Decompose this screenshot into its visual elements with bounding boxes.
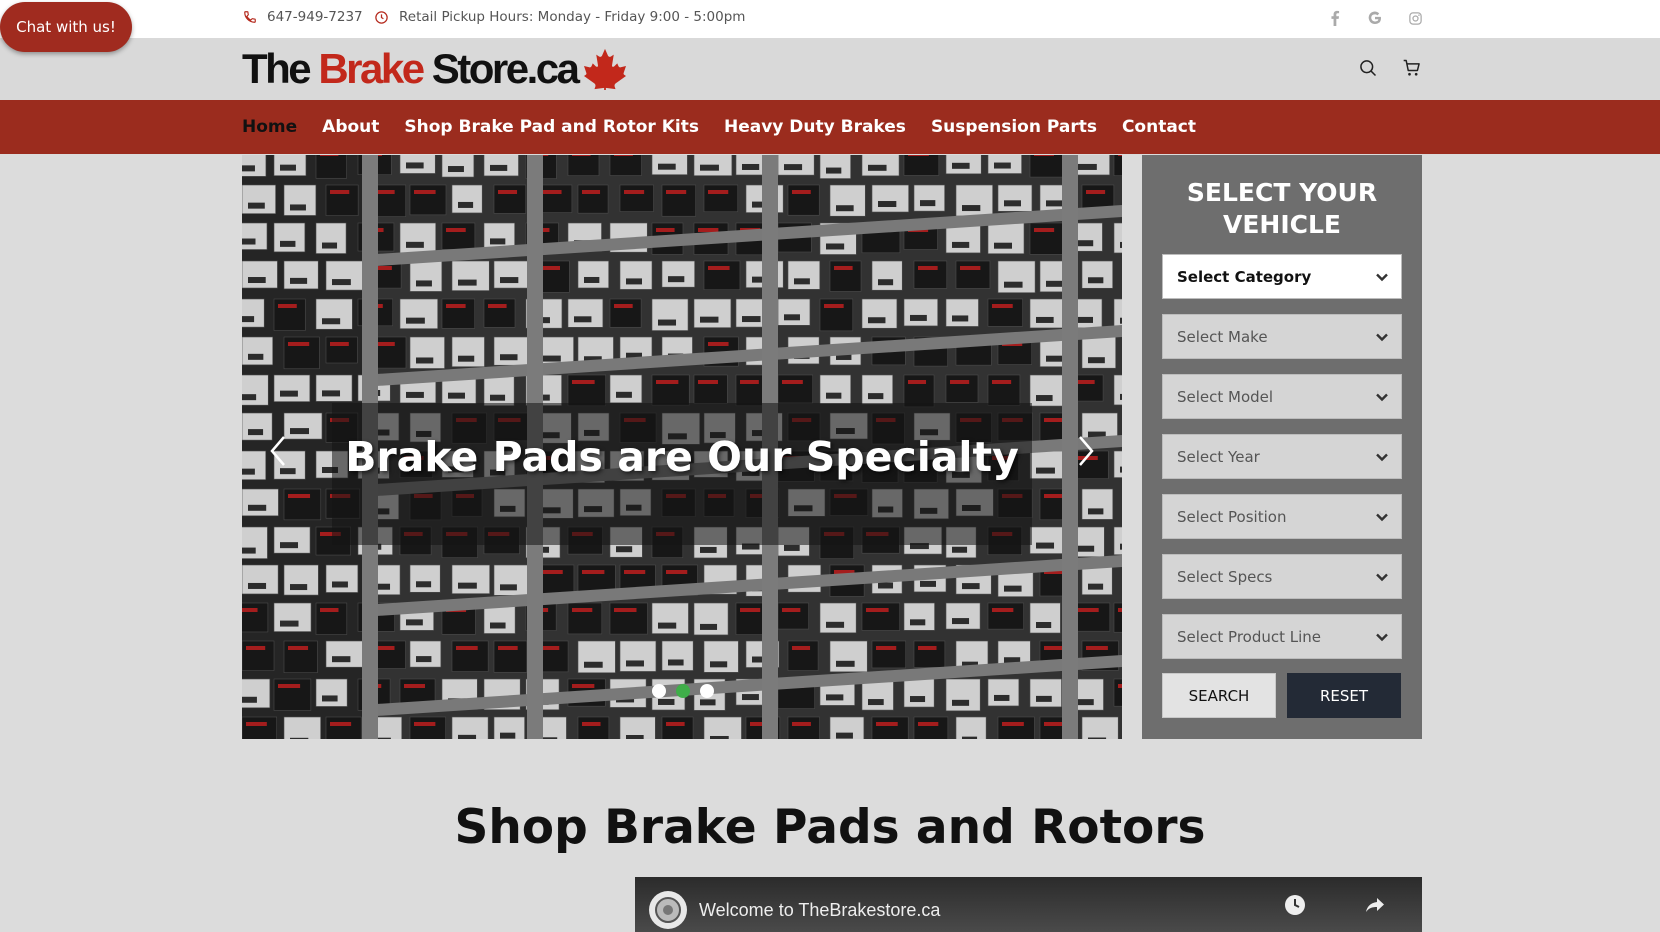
watch-later-icon[interactable]	[1283, 893, 1307, 917]
nav-item-heavy-duty[interactable]: Heavy Duty Brakes	[724, 117, 906, 137]
select-specs[interactable]: Select Specs	[1162, 554, 1402, 599]
hero-caption: Brake Pads are Our Specialty	[345, 433, 1019, 481]
search-button[interactable]: SEARCH	[1162, 673, 1276, 718]
facebook-icon[interactable]	[1326, 9, 1344, 27]
selector-title-line2: VEHICLE	[1222, 210, 1341, 239]
select-model[interactable]: Select Model	[1162, 374, 1402, 419]
video-title[interactable]: Welcome to TheBrakestore.ca	[699, 900, 940, 921]
hero-slider: Brake Pads are Our Specialty	[242, 155, 1122, 739]
select-category[interactable]: Select Category	[1162, 254, 1402, 299]
slider-next-arrow[interactable]	[1072, 431, 1100, 471]
selector-title: SELECT YOUR VEHICLE	[1142, 177, 1422, 241]
logo-text-brake: Brake	[318, 45, 425, 92]
slider-dot[interactable]	[700, 684, 714, 698]
logo-text-store: Store.ca	[422, 45, 580, 92]
chevron-down-icon	[1375, 390, 1389, 404]
select-label: Select Category	[1177, 267, 1312, 286]
site-logo[interactable]: The Brake Store.ca	[242, 45, 628, 93]
cart-icon[interactable]	[1402, 58, 1424, 80]
vehicle-selector: SELECT YOUR VEHICLE Select Category Selec…	[1142, 155, 1422, 739]
slider-prev-arrow[interactable]	[264, 431, 292, 471]
search-icon[interactable]	[1358, 58, 1380, 80]
select-label: Select Specs	[1177, 567, 1273, 586]
header-icons	[1358, 58, 1424, 80]
phone-icon	[243, 10, 257, 24]
select-year[interactable]: Select Year	[1162, 434, 1402, 479]
site-header: The Brake Store.ca	[0, 38, 1660, 100]
retail-hours: Retail Pickup Hours: Monday - Friday 9:0…	[374, 9, 745, 25]
select-label: Select Make	[1177, 327, 1268, 346]
hours-text: Retail Pickup Hours: Monday - Friday 9:0…	[399, 9, 746, 25]
nav-item-contact[interactable]: Contact	[1122, 117, 1196, 137]
slider-dots	[652, 684, 714, 698]
select-label: Select Year	[1177, 447, 1260, 466]
logo-text-the: The	[242, 45, 319, 92]
chevron-down-icon	[1375, 450, 1389, 464]
select-label: Select Model	[1177, 387, 1274, 406]
slider-dot[interactable]	[652, 684, 666, 698]
nav-item-shop-kits[interactable]: Shop Brake Pad and Rotor Kits	[404, 117, 699, 137]
select-product-line[interactable]: Select Product Line	[1162, 614, 1402, 659]
share-icon[interactable]	[1363, 893, 1387, 917]
slider-dot[interactable]	[676, 684, 690, 698]
select-label: Select Position	[1177, 507, 1287, 526]
instagram-icon[interactable]	[1406, 9, 1424, 27]
maple-leaf-icon	[582, 48, 628, 90]
chevron-down-icon	[1375, 330, 1389, 344]
selector-title-line1: SELECT YOUR	[1186, 178, 1378, 207]
chevron-down-icon	[1375, 630, 1389, 644]
chevron-down-icon	[1375, 570, 1389, 584]
select-make[interactable]: Select Make	[1162, 314, 1402, 359]
chat-button[interactable]: Chat with us!	[0, 2, 132, 52]
phone-number[interactable]: 647-949-7237	[267, 9, 363, 25]
reset-button[interactable]: RESET	[1287, 673, 1401, 718]
phone-contact[interactable]: 647-949-7237	[243, 9, 363, 25]
nav-item-about[interactable]: About	[322, 117, 379, 137]
video-embed[interactable]: Welcome to TheBrakestore.ca	[635, 877, 1422, 932]
section-title: Shop Brake Pads and Rotors	[454, 800, 1206, 855]
channel-avatar[interactable]	[649, 891, 687, 929]
main-nav: Home About Shop Brake Pad and Rotor Kits…	[0, 100, 1660, 154]
select-label: Select Product Line	[1177, 627, 1322, 646]
social-links	[1326, 9, 1424, 27]
clock-icon	[374, 10, 389, 25]
nav-item-home[interactable]: Home	[242, 117, 297, 137]
google-icon[interactable]	[1366, 9, 1384, 27]
top-bar: 647-949-7237 Retail Pickup Hours: Monday…	[0, 0, 1660, 38]
chevron-down-icon	[1375, 270, 1389, 284]
nav-item-suspension[interactable]: Suspension Parts	[931, 117, 1097, 137]
chevron-down-icon	[1375, 510, 1389, 524]
select-position[interactable]: Select Position	[1162, 494, 1402, 539]
